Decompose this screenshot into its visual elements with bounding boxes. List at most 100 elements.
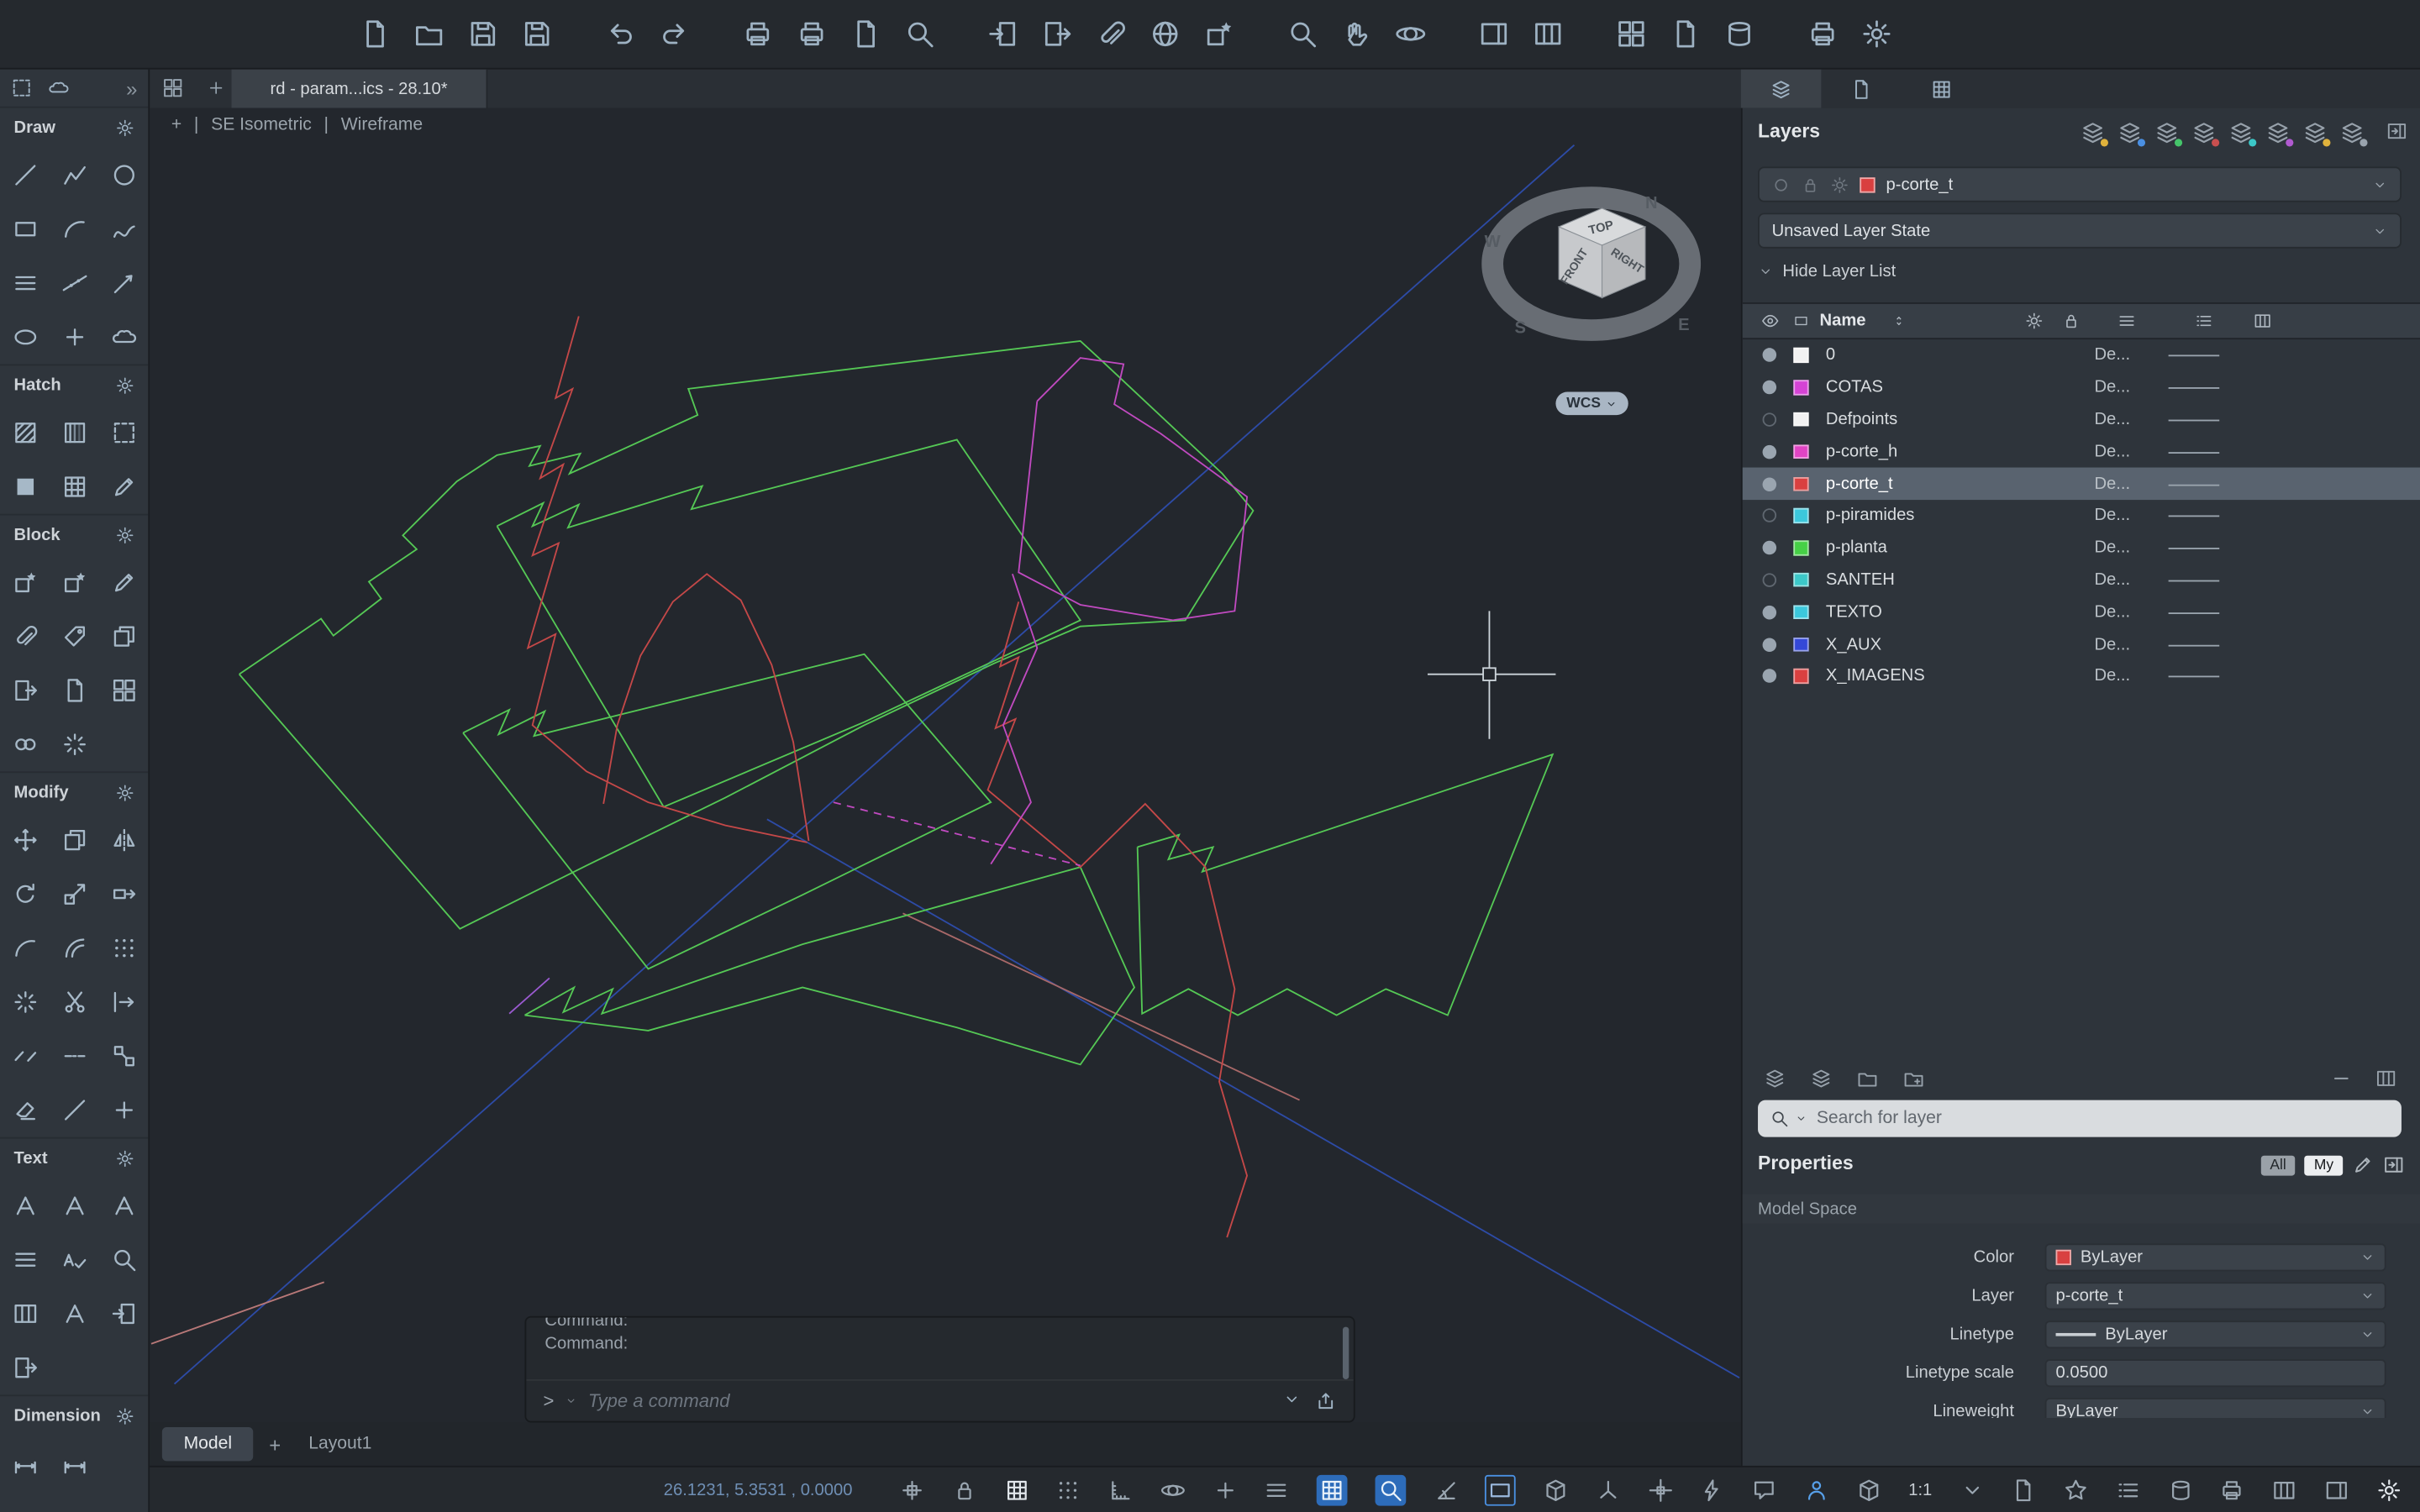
block-manager-icon[interactable] [110, 677, 136, 703]
new-property-filter-icon[interactable] [1903, 1068, 1925, 1089]
color-column-icon[interactable] [1793, 313, 1808, 328]
layer-visibility-toggle[interactable] [1763, 605, 1777, 619]
justify-text-icon[interactable] [12, 1247, 38, 1273]
ray-icon[interactable] [110, 270, 136, 296]
layer-linetype-sample[interactable] [2169, 484, 2220, 486]
layer-linetype-sample[interactable] [2169, 452, 2220, 454]
boundary-icon[interactable] [110, 420, 136, 446]
layer-list-header[interactable]: Name [1743, 302, 2420, 339]
layer-lineweight[interactable]: De... [2094, 635, 2130, 654]
layer-color-swatch[interactable] [1793, 637, 1807, 651]
hide-layer-list-toggle[interactable]: Hide Layer List [1758, 262, 1896, 281]
layer-linetype-sample[interactable] [2169, 612, 2220, 614]
layer-row[interactable]: X_AUXDe... [1743, 628, 2420, 660]
section-header-dimension[interactable]: Dimension [0, 1394, 148, 1436]
add-layout-button[interactable]: + [269, 1432, 281, 1456]
layer-state-dropdown[interactable]: Unsaved Layer State [1758, 213, 2402, 248]
layer-lineweight[interactable]: De... [2094, 475, 2130, 493]
erase-icon[interactable] [12, 1097, 38, 1123]
point-icon[interactable] [61, 324, 87, 350]
layer-visibility-toggle[interactable] [1763, 669, 1777, 684]
block-editor-icon[interactable] [110, 570, 136, 596]
command-panel[interactable]: Command: Command: > Type a command [524, 1316, 1355, 1423]
layer-settings-icon[interactable] [1764, 1068, 1786, 1089]
layer-row[interactable]: TEXTODe... [1743, 596, 2420, 628]
layer-visibility-toggle[interactable] [1763, 412, 1777, 427]
off-layer-icon[interactable] [2302, 120, 2327, 144]
revision-cloud-icon[interactable] [110, 324, 136, 350]
open-panel-icon[interactable] [2383, 1154, 2405, 1176]
gear-icon[interactable] [116, 526, 134, 544]
object-snap-icon[interactable] [1375, 1475, 1406, 1506]
pan-hand-icon[interactable] [1341, 18, 1372, 50]
current-layer-dropdown[interactable]: p-corte_t [1758, 166, 2402, 202]
open-folder-icon[interactable] [413, 18, 445, 50]
crosshair-icon[interactable] [1648, 1478, 1672, 1503]
polyline-icon[interactable] [61, 162, 87, 188]
web-insert-icon[interactable] [1150, 18, 1181, 50]
gear-icon[interactable] [116, 1407, 134, 1425]
layer-row[interactable]: p-piramidesDe... [1743, 500, 2420, 532]
join-icon[interactable] [61, 1043, 87, 1069]
layer-row[interactable]: p-corte_tDe... [1743, 468, 2420, 500]
dimension-linear-icon[interactable] [12, 1451, 38, 1477]
layer-color-swatch[interactable] [1793, 444, 1807, 459]
pattern-icon[interactable] [61, 474, 87, 500]
group-icon[interactable] [12, 732, 38, 758]
scale-icon[interactable] [61, 881, 87, 907]
lock-icon[interactable] [952, 1478, 976, 1503]
save-icon[interactable] [468, 18, 499, 50]
visual-style-control[interactable]: Wireframe [341, 116, 423, 134]
property-linetype-scale[interactable]: 0.0500 [2045, 1359, 2386, 1387]
print-preview-icon[interactable] [904, 18, 935, 50]
visibility-column-icon[interactable] [1761, 312, 1780, 330]
pdf-import-icon[interactable] [110, 1300, 136, 1326]
solid-fill-icon[interactable] [12, 474, 38, 500]
new-drawing-tab-icon[interactable] [207, 79, 225, 97]
layer-linetype-sample[interactable] [2169, 420, 2220, 422]
section-header-block[interactable]: Block [0, 514, 148, 556]
text-case-icon[interactable] [61, 1300, 87, 1326]
construction-line-icon[interactable] [61, 270, 87, 296]
fillet-icon[interactable] [12, 935, 38, 961]
layer-linetype-sample[interactable] [2169, 580, 2220, 582]
compass-w[interactable]: W [1485, 233, 1502, 251]
chevron-down-icon[interactable] [1960, 1478, 1984, 1503]
cube-icon[interactable] [1544, 1478, 1568, 1503]
select-window-icon[interactable] [11, 77, 33, 99]
create-block-icon[interactable] [61, 570, 87, 596]
divide-icon[interactable] [110, 1097, 136, 1123]
layer-row[interactable]: 0De... [1743, 339, 2420, 371]
grid-icon[interactable] [1004, 1478, 1028, 1503]
property-layer[interactable]: p-corte_t [2045, 1282, 2386, 1310]
linetype-column-icon[interactable] [2195, 312, 2213, 330]
new-layer-icon[interactable] [1810, 1068, 1832, 1089]
system-tools-icon[interactable] [1861, 18, 1892, 50]
grid-icon[interactable] [1317, 1475, 1348, 1506]
section-header-hatch[interactable]: Hatch [0, 364, 148, 406]
ellipse-icon[interactable] [12, 324, 38, 350]
isolate-layer-icon[interactable] [2228, 120, 2253, 144]
print-add-icon[interactable] [797, 18, 828, 50]
edit-properties-icon[interactable] [2352, 1154, 2374, 1176]
layer-linetype-sample[interactable] [2169, 676, 2220, 678]
mirror-icon[interactable] [110, 827, 136, 853]
viewport-menu[interactable]: + [171, 116, 182, 134]
layer-linetype-sample[interactable] [2169, 644, 2220, 646]
ucs-axes-icon[interactable] [1596, 1478, 1620, 1503]
layer-lineweight[interactable]: De... [2094, 667, 2130, 685]
multiline-text-icon[interactable] [12, 1193, 38, 1219]
gear-icon[interactable] [116, 118, 134, 137]
redo-icon[interactable] [659, 18, 690, 50]
corner-ruler-icon[interactable] [1108, 1478, 1133, 1503]
find-text-icon[interactable] [110, 1247, 136, 1273]
layer-lineweight[interactable]: De... [2094, 603, 2130, 622]
circle-icon[interactable] [110, 162, 136, 188]
move-icon[interactable] [12, 827, 38, 853]
section-header-modify[interactable]: Modify [0, 771, 148, 813]
annotation-scale[interactable]: 1:1 [1908, 1481, 1932, 1499]
ungroup-icon[interactable] [61, 732, 87, 758]
remove-icon[interactable] [2330, 1068, 2352, 1089]
prompt-chevron-icon[interactable] [565, 1394, 577, 1407]
compass-s[interactable]: S [1514, 319, 1525, 338]
